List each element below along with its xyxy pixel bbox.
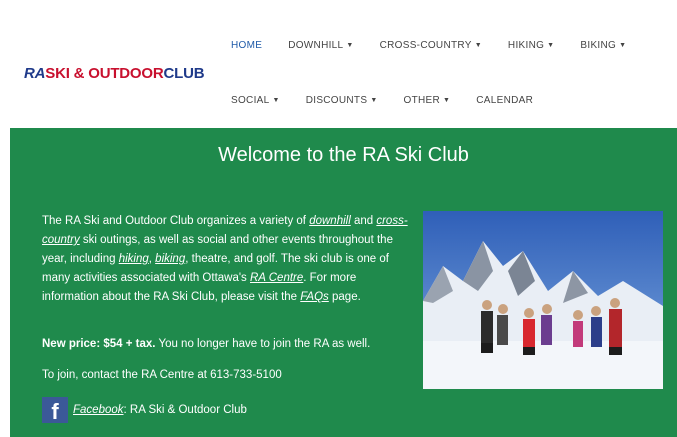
- ski-photo-illustration: [423, 211, 663, 389]
- nav-discounts[interactable]: DISCOUNTS ▼: [306, 95, 378, 106]
- price-note: New price: $54 + tax. You no longer have…: [42, 338, 371, 350]
- main-nav-row1: HOME DOWNHILL ▼ CROSS-COUNTRY ▼ HIKING ▼ BI…: [231, 40, 652, 51]
- logo-club: CLUB: [163, 65, 205, 82]
- page-title: Welcome to the RA Ski Club: [218, 144, 469, 166]
- nav-downhill[interactable]: DOWNHILL ▼: [288, 40, 353, 51]
- chevron-down-icon: ▼: [547, 42, 555, 49]
- nav-home[interactable]: HOME: [231, 40, 262, 51]
- nav-calendar[interactable]: CALENDAR: [476, 95, 533, 106]
- link-biking[interactable]: biking: [155, 253, 185, 265]
- ski-group-photo: [423, 211, 663, 389]
- site-header: RASKI & OUTDOORCLUB HOME DOWNHILL ▼ CROSS…: [10, 0, 677, 128]
- link-downhill[interactable]: downhill: [309, 215, 351, 227]
- nav-hiking[interactable]: HIKING ▼: [508, 40, 554, 51]
- intro-paragraph: The RA Ski and Outdoor Club organizes a …: [42, 215, 408, 303]
- chevron-down-icon: ▼: [272, 97, 280, 104]
- chevron-down-icon: ▼: [370, 97, 378, 104]
- logo-ra: RA: [24, 65, 46, 82]
- facebook-row: f Facebook: RA Ski & Outdoor Club: [42, 397, 247, 423]
- page: RASKI & OUTDOORCLUB HOME DOWNHILL ▼ CROSS…: [10, 0, 677, 437]
- logo-ski: SKI & OUTDOOR: [45, 65, 164, 82]
- chevron-down-icon: ▼: [443, 97, 451, 104]
- chevron-down-icon: ▼: [474, 42, 482, 49]
- main-nav-row2: SOCIAL ▼ DISCOUNTS ▼ OTHER ▼ CALENDAR: [231, 95, 559, 106]
- chevron-down-icon: ▼: [346, 42, 354, 49]
- link-ra-centre[interactable]: RA Centre: [250, 272, 303, 284]
- price-bold: New price: $54 + tax.: [42, 338, 156, 350]
- nav-biking[interactable]: BIKING ▼: [580, 40, 626, 51]
- nav-other[interactable]: OTHER ▼: [404, 95, 451, 106]
- facebook-icon[interactable]: f: [42, 397, 68, 423]
- site-logo[interactable]: RASKI & OUTDOORCLUB: [24, 65, 205, 82]
- contact-note: To join, contact the RA Centre at 613-73…: [42, 369, 282, 381]
- chevron-down-icon: ▼: [619, 42, 627, 49]
- nav-social[interactable]: SOCIAL ▼: [231, 95, 280, 106]
- link-faqs[interactable]: FAQs: [300, 291, 329, 303]
- link-facebook[interactable]: Facebook: [73, 404, 124, 416]
- nav-cross-country[interactable]: CROSS-COUNTRY ▼: [380, 40, 482, 51]
- link-hiking[interactable]: hiking: [119, 253, 149, 265]
- welcome-section: Welcome to the RA Ski Club The RA Ski an…: [10, 128, 677, 437]
